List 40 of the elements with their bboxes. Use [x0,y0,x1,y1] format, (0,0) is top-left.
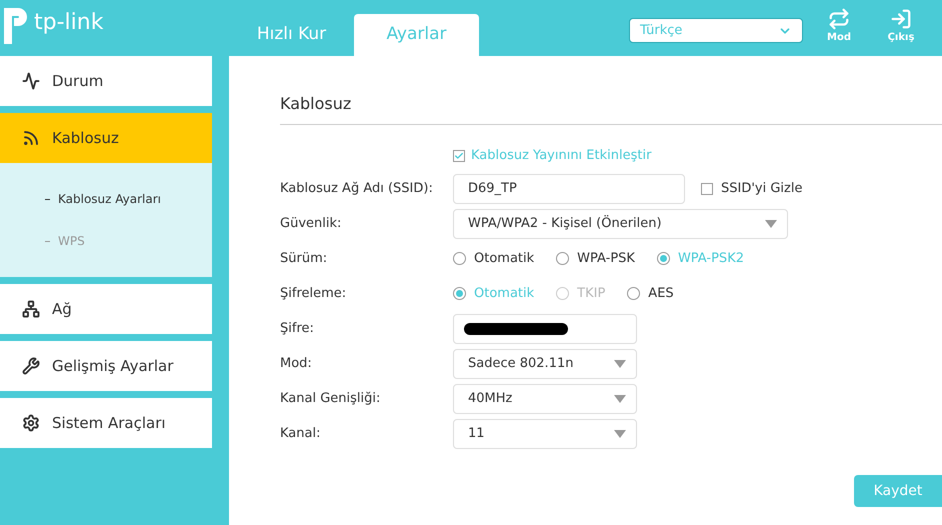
hide-ssid-checkbox[interactable]: SSID'yi Gizle [701,178,802,198]
dropdown-select[interactable]: 11 [453,418,637,448]
field-label: Güvenlik: [280,214,342,233]
gear-icon [22,414,40,432]
sidebar-item[interactable]: Kablosuz [0,113,212,163]
wifi-icon [22,129,40,147]
section-title: Kablosuz [280,92,942,125]
swap-icon [828,8,850,30]
radio-option[interactable]: Otomatik [453,248,534,268]
field-label: Sürüm: [280,250,328,268]
field-label: Şifreleme: [280,284,348,303]
field-label: Şifre: [280,320,315,338]
exit-icon [890,8,912,30]
sidebar-item[interactable]: Gelişmiş Ayarlar [0,341,212,391]
sidebar-item[interactable]: Sistem Araçları [0,398,212,448]
dropdown-select[interactable]: Sadece 802.11n [453,348,637,378]
dash-icon [45,241,50,242]
sidebar-item[interactable]: Ağ [0,284,212,334]
field-label: Kablosuz Ağ Adı (SSID): [280,180,434,198]
submenu-item[interactable]: Kablosuz Ayarları [45,190,212,208]
dropdown-arrow-icon [614,394,626,402]
network-icon [22,300,40,318]
field-label: Kanal: [280,424,322,443]
wrench-icon [22,357,40,375]
ssid-field[interactable]: D69_TP [453,174,685,204]
pulse-icon [22,72,40,90]
radio-option[interactable]: AES [627,284,674,304]
dash-icon [45,199,50,200]
dropdown-select[interactable]: 40MHz [453,384,637,414]
dropdown-arrow-icon [614,430,626,438]
check-icon [454,151,464,161]
dropdown-arrow-icon [614,360,626,368]
password-field[interactable] [453,314,637,344]
field-label: Kanal Genişliği: [280,390,382,408]
radio-option[interactable]: WPA-PSK [556,248,635,268]
logo-text: tp-link [34,12,104,34]
sidebar-item[interactable]: Durum [0,56,212,106]
dropdown-arrow-icon [765,220,777,228]
dropdown-select[interactable]: WPA/WPA2 - Kişisel (Önerilen) [453,208,788,238]
field-label: Mod: [280,354,313,373]
